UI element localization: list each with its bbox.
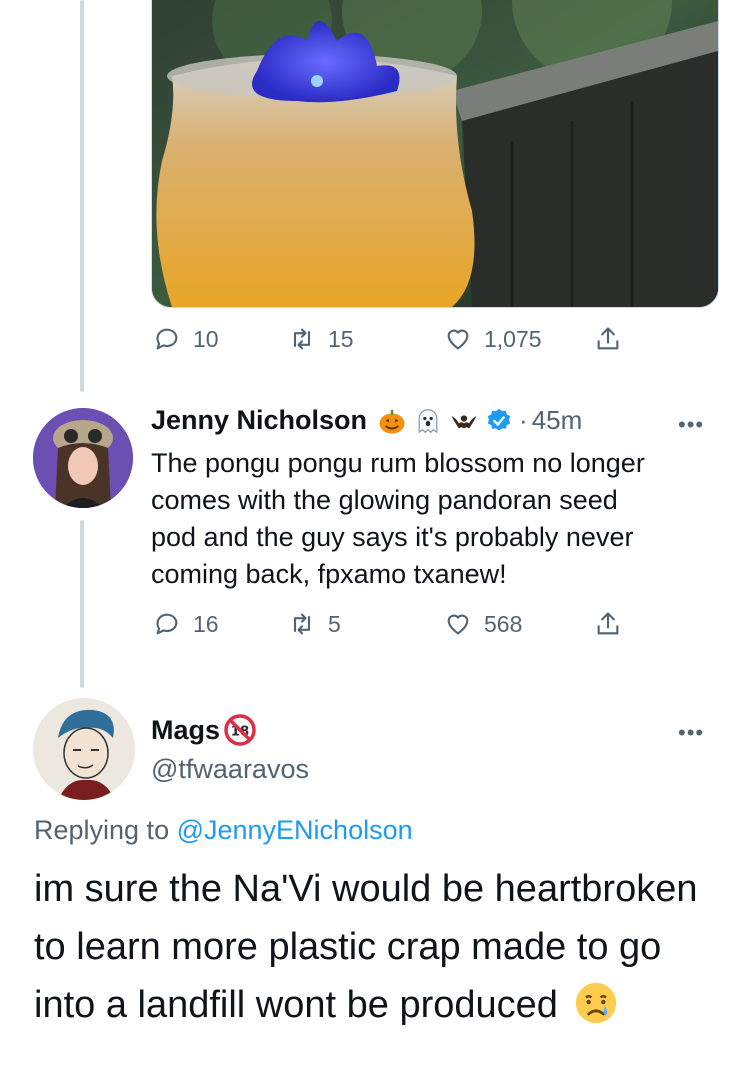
tweet-photo[interactable]	[151, 0, 719, 308]
no-one-under-eighteen-icon: 18	[224, 714, 256, 746]
retweet-count: 15	[328, 325, 354, 352]
reply-button[interactable]: 10	[153, 325, 219, 353]
verified-badge-icon	[487, 408, 511, 431]
jenny-avatar[interactable]	[33, 408, 133, 508]
share-button[interactable]	[594, 610, 622, 638]
avatar-illustration	[33, 698, 135, 800]
replying-to-handle-link[interactable]: @JennyENicholson	[177, 815, 413, 845]
share-button[interactable]	[594, 325, 622, 353]
retweet-icon	[293, 613, 311, 635]
jenny-display-name[interactable]: Jenny Nicholson	[151, 405, 367, 436]
like-button[interactable]: 1,075	[444, 325, 542, 353]
like-count: 568	[484, 610, 523, 637]
retweet-count: 5	[328, 610, 341, 637]
like-count: 1,075	[484, 325, 542, 352]
second-tweet-actions: 16 5 568	[151, 610, 651, 650]
share-icon	[597, 612, 619, 635]
thread-line-bottom	[80, 520, 84, 688]
replying-to-prefix: Replying to	[34, 815, 177, 845]
reply-button[interactable]: 16	[153, 610, 219, 638]
more-options-button[interactable]: •••	[678, 412, 704, 438]
heart-icon	[447, 614, 469, 635]
avatar-illustration	[33, 408, 133, 508]
reply-count: 10	[193, 325, 219, 352]
first-tweet-actions: 10 15 1,075	[151, 325, 651, 365]
jenny-tweet-text: The pongu pongu rum blossom no longer co…	[151, 448, 645, 589]
retweet-icon	[293, 328, 311, 350]
share-icon	[597, 327, 619, 350]
pumpkin-icon	[379, 409, 405, 433]
mags-avatar[interactable]	[33, 698, 135, 800]
cocktail-photo-illustration	[152, 0, 718, 307]
tweet-timestamp[interactable]: 45m	[532, 405, 583, 436]
reply-count: 16	[193, 610, 219, 637]
ghost-icon	[418, 408, 438, 434]
thread-line-top	[80, 0, 84, 392]
reply-icon	[156, 328, 178, 350]
like-button[interactable]: 568	[444, 610, 522, 638]
replying-to: Replying to @JennyENicholson	[34, 815, 413, 846]
reply-icon	[156, 613, 178, 635]
heart-icon	[447, 329, 469, 350]
main-tweet-text: im sure the Na'Vi would be heartbroken t…	[34, 860, 724, 1034]
crying-face-icon	[576, 982, 617, 1024]
mags-display-name[interactable]: Mags	[151, 715, 220, 746]
jenny-name-line: Jenny Nicholson · 45m	[151, 405, 582, 436]
bat-icon	[451, 414, 477, 428]
retweet-button[interactable]: 15	[288, 325, 354, 353]
separator-dot: ·	[519, 405, 528, 435]
mags-name-line: Mags 18	[151, 714, 256, 746]
more-options-button[interactable]: •••	[678, 720, 704, 746]
mags-handle[interactable]: @tfwaaravos	[151, 754, 309, 785]
retweet-button[interactable]: 5	[288, 610, 341, 638]
